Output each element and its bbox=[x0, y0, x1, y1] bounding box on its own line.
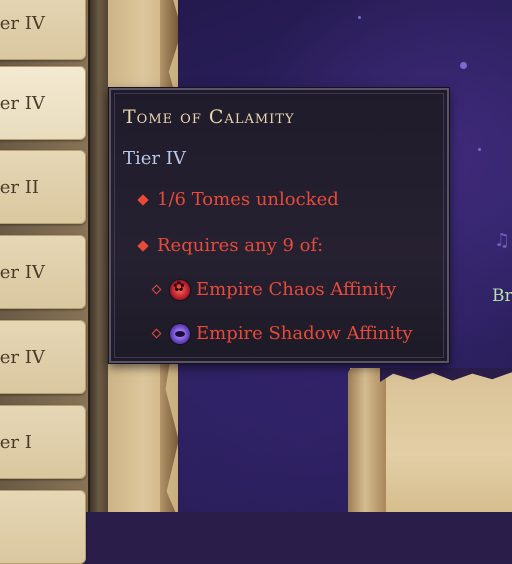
parchment-scroll-roll bbox=[348, 368, 386, 512]
diamond-bullet-icon bbox=[137, 239, 149, 252]
tier-list-item-label: Tier II bbox=[0, 176, 39, 198]
star-decoration bbox=[460, 62, 467, 69]
tier-list-item-label: Tier IV bbox=[0, 261, 45, 283]
rune-decoration: ♫ bbox=[494, 230, 511, 251]
requirement-line-any: Requires any 9 of: bbox=[137, 235, 324, 256]
tier-list-item[interactable]: Tier IV bbox=[0, 235, 86, 309]
hollow-diamond-bullet-icon bbox=[151, 328, 162, 339]
shadow-affinity-icon bbox=[170, 323, 190, 344]
diamond-bullet-icon bbox=[137, 193, 149, 206]
tier-list-item[interactable]: Tier II bbox=[0, 150, 86, 224]
requirement-text: 1/6 Tomes unlocked bbox=[157, 189, 339, 210]
requirement-text: Requires any 9 of: bbox=[157, 235, 324, 256]
affinity-line-shadow: Empire Shadow Affinity bbox=[151, 323, 413, 344]
affinity-text: Empire Shadow Affinity bbox=[196, 323, 413, 344]
requirement-line-unlocked: 1/6 Tomes unlocked bbox=[137, 189, 339, 210]
tier-list-item[interactable]: Tier I bbox=[0, 405, 86, 479]
tooltip-tier: Tier IV bbox=[123, 148, 186, 169]
tier-list-item-label: Tier I bbox=[0, 431, 32, 453]
tome-tooltip: Tome of Calamity Tier IV 1/6 Tomes unloc… bbox=[109, 88, 449, 363]
chaos-affinity-icon bbox=[170, 279, 190, 300]
star-decoration bbox=[478, 148, 481, 151]
hollow-diamond-bullet-icon bbox=[151, 284, 162, 295]
tier-list-item-label: Tier IV bbox=[0, 12, 45, 34]
tier-list-item[interactable]: Tier IV bbox=[0, 320, 86, 394]
affinity-line-chaos: Empire Chaos Affinity bbox=[151, 279, 396, 300]
tier-list-item-label: Tier IV bbox=[0, 346, 45, 368]
tier-list-item[interactable] bbox=[0, 490, 86, 564]
affinity-text: Empire Chaos Affinity bbox=[196, 279, 397, 300]
tier-list-item[interactable]: Tier IV bbox=[0, 0, 86, 60]
tier-list-item-selected[interactable]: Tier IV bbox=[0, 66, 86, 140]
background-label: Br bbox=[492, 286, 512, 306]
tier-list-item-label: Tier IV bbox=[0, 92, 45, 114]
tooltip-title: Tome of Calamity bbox=[123, 106, 295, 128]
star-decoration bbox=[358, 16, 361, 19]
